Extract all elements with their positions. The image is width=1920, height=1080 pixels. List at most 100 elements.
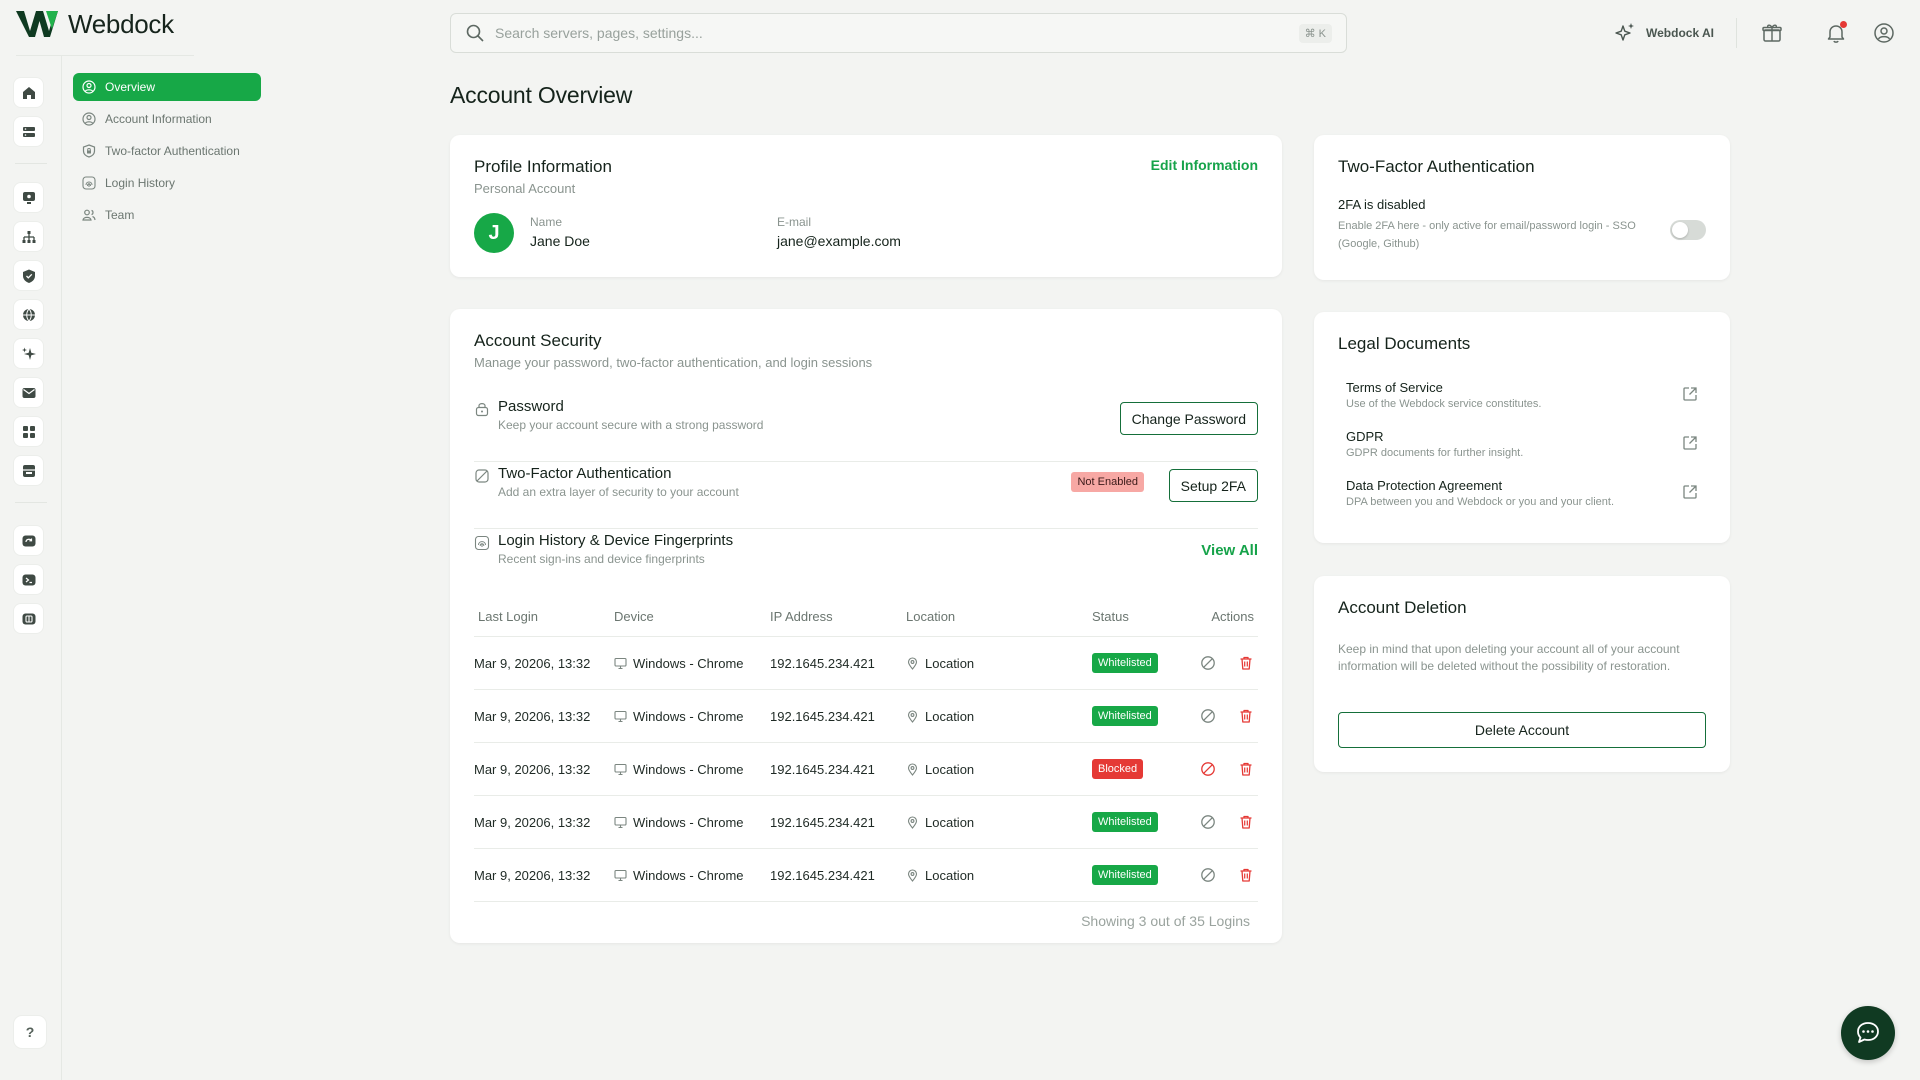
ip-address-cell: 192.1645.234.421 — [770, 761, 875, 777]
trash-icon[interactable] — [1238, 867, 1254, 883]
notifications-bell-icon[interactable] — [1823, 20, 1849, 46]
last-login-cell: Mar 9, 20206, 13:32 — [474, 814, 591, 830]
webdock-ai-button[interactable]: Webdock AI — [1613, 20, 1714, 46]
rail-home-icon[interactable] — [14, 78, 43, 107]
block-icon[interactable] — [1200, 867, 1216, 883]
search-input[interactable] — [495, 25, 1299, 41]
name-label: Name — [530, 215, 563, 229]
rail-sitemap-icon[interactable] — [14, 222, 43, 251]
trash-icon[interactable] — [1238, 761, 1254, 777]
rail-globe-icon[interactable] — [14, 300, 43, 329]
actions-cell — [1192, 761, 1258, 777]
trash-icon[interactable] — [1238, 814, 1254, 830]
location-label: Location — [925, 867, 975, 883]
chat-support-button[interactable] — [1841, 1006, 1895, 1060]
rail-storage-icon[interactable] — [14, 456, 43, 485]
table-row: Mar 9, 20206, 13:32 Windows - Chrome 192.1… — [474, 690, 1258, 743]
global-search[interactable]: ⌘ K — [450, 13, 1347, 53]
edit-information-link[interactable]: Edit Information — [1151, 157, 1258, 173]
user-account-icon[interactable] — [1871, 20, 1897, 46]
device-cell: Windows - Chrome — [614, 709, 770, 724]
view-all-link[interactable]: View All — [1201, 542, 1258, 559]
not-enabled-badge: Not Enabled — [1071, 472, 1144, 492]
subnav-item-login-history[interactable]: Login History — [73, 169, 261, 197]
two-factor-title: Two-Factor Authentication — [498, 465, 672, 482]
card-subtitle: Personal Account — [474, 181, 576, 196]
external-link-icon[interactable] — [1681, 434, 1699, 452]
status-cell: Blocked — [1092, 759, 1192, 779]
team-icon — [82, 209, 96, 221]
card-subtitle: Manage your password, two-factor authent… — [474, 355, 873, 370]
external-link-icon[interactable] — [1681, 483, 1699, 501]
column-header: Status — [1092, 609, 1129, 624]
subnav-item-label: Overview — [105, 80, 156, 94]
rail-apps-icon[interactable] — [14, 417, 43, 446]
trash-icon[interactable] — [1238, 655, 1254, 671]
rail-backup-icon[interactable] — [14, 526, 43, 555]
brand-logo[interactable]: Webdock — [16, 8, 174, 40]
last-login-cell: Mar 9, 20206, 13:32 — [474, 655, 591, 671]
rail-terminal-icon[interactable] — [14, 565, 43, 594]
status-badge: Whitelisted — [1092, 865, 1158, 885]
status-cell: Whitelisted — [1092, 812, 1192, 832]
location-cell: Location — [906, 762, 1092, 777]
password-desc: Keep your account secure with a strong p… — [498, 418, 764, 432]
gift-icon[interactable] — [1759, 20, 1785, 46]
table-body: Mar 9, 20206, 13:32 Windows - Chrome 192.1… — [474, 637, 1258, 902]
login-history-row: Login History & Device Fingerprints Rece… — [474, 529, 1258, 596]
rail-separator — [15, 163, 47, 164]
account-deletion-card: Account Deletion Keep in mind that upon … — [1314, 576, 1730, 772]
two-factor-toggle[interactable] — [1670, 220, 1706, 240]
change-password-button[interactable]: Change Password — [1119, 402, 1258, 435]
subnav-item-label: Two-factor Authentication — [105, 144, 240, 158]
ip-address-cell: 192.1645.234.421 — [770, 814, 875, 830]
profile-information-card: Profile Information Personal Account Edi… — [450, 135, 1282, 277]
monitor-icon — [614, 763, 627, 775]
location-cell: Location — [906, 656, 1092, 671]
external-link-icon[interactable] — [1681, 385, 1699, 403]
status-badge: Whitelisted — [1092, 653, 1158, 673]
location-cell: Location — [906, 709, 1092, 724]
location-pin-icon — [907, 868, 918, 882]
help-button[interactable]: ? — [14, 1016, 46, 1048]
actions-cell — [1192, 814, 1258, 830]
legal-item-gdpr[interactable]: GDPR GDPR documents for further insight. — [1346, 429, 1706, 473]
card-title: Account Security — [474, 331, 602, 350]
status-cell: Whitelisted — [1092, 653, 1192, 673]
rail-database-icon[interactable] — [14, 604, 43, 633]
rail-sparkle-icon[interactable] — [14, 339, 43, 368]
rail-shield-icon[interactable] — [14, 261, 43, 290]
legal-item-terms[interactable]: Terms of Service Use of the Webdock serv… — [1346, 380, 1706, 424]
column-header: Actions — [1211, 609, 1254, 624]
account-subnav: Overview Account Information Two-factor … — [73, 73, 261, 233]
device-cell: Windows - Chrome — [614, 815, 770, 830]
subnav-item-team[interactable]: Team — [73, 201, 261, 229]
column-header: Location — [906, 609, 956, 624]
block-icon[interactable] — [1200, 708, 1216, 724]
setup-2fa-button[interactable]: Setup 2FA — [1168, 469, 1258, 502]
page-title: Account Overview — [450, 82, 633, 108]
subnav-item-two-factor[interactable]: Two-factor Authentication — [73, 137, 261, 165]
device-label: Windows - Chrome — [633, 761, 744, 777]
rail-server-icon[interactable] — [14, 117, 43, 146]
subnav-item-overview[interactable]: Overview — [73, 73, 261, 101]
legal-item-dpa[interactable]: Data Protection Agreement DPA between yo… — [1346, 478, 1706, 522]
rail-mail-icon[interactable] — [14, 378, 43, 407]
legal-documents-card: Legal Documents Terms of Service Use of … — [1314, 312, 1730, 543]
actions-cell — [1192, 655, 1258, 671]
ip-address-cell: 192.1645.234.421 — [770, 708, 875, 724]
rail-monitor-icon[interactable] — [14, 183, 43, 212]
block-icon[interactable] — [1200, 761, 1216, 777]
device-cell: Windows - Chrome — [614, 868, 770, 883]
avatar: J — [474, 213, 514, 253]
card-title: Legal Documents — [1338, 334, 1471, 353]
trash-icon[interactable] — [1238, 708, 1254, 724]
block-icon[interactable] — [1200, 814, 1216, 830]
lock-icon — [474, 401, 490, 417]
block-icon[interactable] — [1200, 655, 1216, 671]
ip-address-cell: 192.1645.234.421 — [770, 867, 875, 883]
actions-cell — [1192, 867, 1258, 883]
legal-item-desc: DPA between you and Webdock or you and y… — [1346, 496, 1615, 508]
delete-account-button[interactable]: Delete Account — [1338, 712, 1706, 748]
subnav-item-account-information[interactable]: Account Information — [73, 105, 261, 133]
